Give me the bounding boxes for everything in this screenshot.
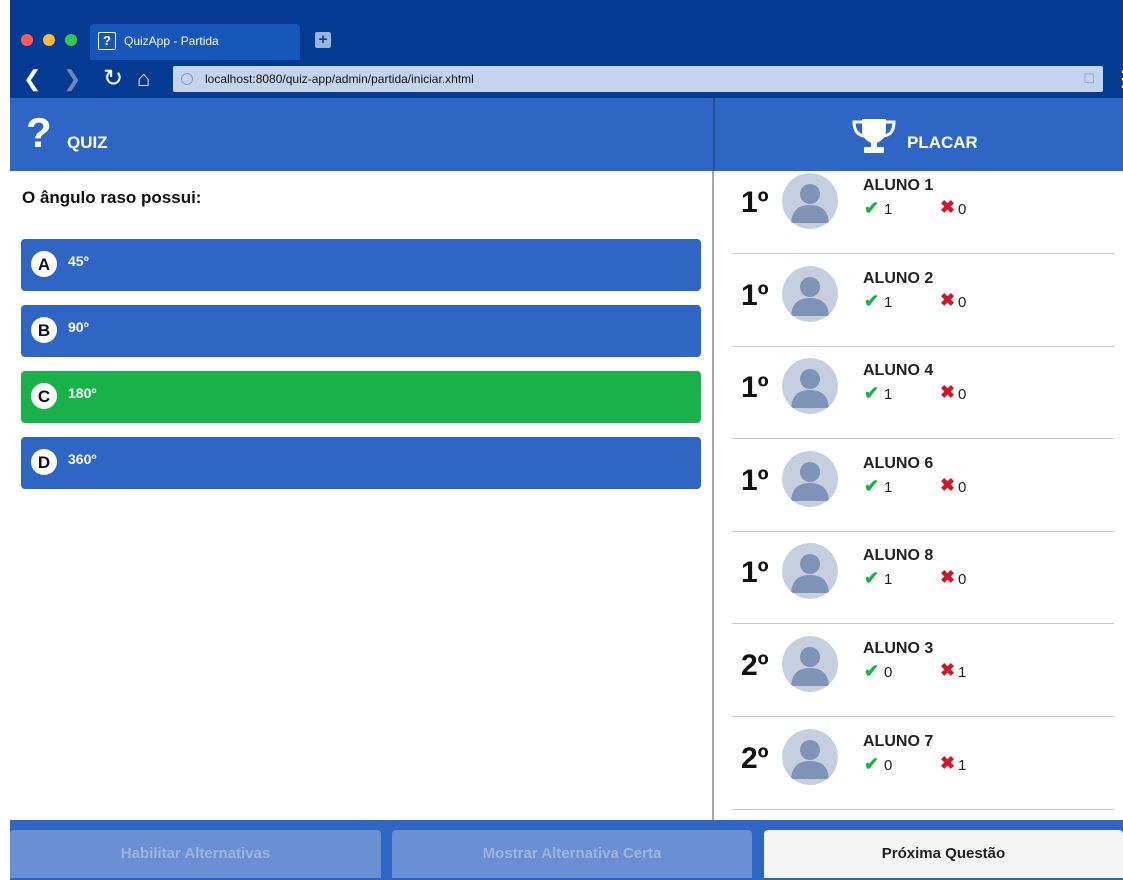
avatar-icon [782,451,838,507]
scoreboard-row: 1º ALUNO 2 ✔ 1 ✖ 0 [732,253,1114,347]
avatar-icon [782,173,838,229]
correct-count: 1 [884,479,893,496]
avatar-icon [782,358,838,414]
wrong-count: 0 [958,201,967,218]
correct-count: 0 [884,757,893,774]
avatar-icon [782,729,838,785]
url-text[interactable]: localhost:8080/quiz-app/admin/partida/in… [205,72,474,86]
show-correct-answer-button[interactable]: Mostrar Alternativa Certa [392,830,752,878]
scoreboard-row: 2º ALUNO 3 ✔ 0 ✖ 1 [732,623,1114,717]
cross-icon: ✖ [940,753,956,773]
option-c-button[interactable]: C 180º [21,371,701,423]
player-rank: 2º [741,649,769,682]
check-icon: ✔ [864,476,880,496]
option-letter: C [31,383,57,409]
check-icon: ✔ [864,383,880,403]
option-text: 45º [68,253,89,269]
option-letter: D [31,449,57,475]
bookmark-icon[interactable]: ☐ [1083,71,1095,87]
correct-count: 1 [884,294,893,311]
correct-count: 1 [884,201,893,218]
cross-icon: ✖ [940,567,956,587]
next-question-button[interactable]: Próxima Questão [764,830,1123,878]
avatar-icon [782,543,838,599]
browser-menu-icon[interactable]: ⋮ [1112,66,1123,92]
new-tab-icon[interactable]: + [315,32,331,48]
quiz-title: QUIZ [67,133,108,152]
player-name: ALUNO 7 [863,733,934,750]
player-name: ALUNO 8 [863,547,934,564]
wrong-count: 0 [958,294,967,311]
scoreboard-row: 2º ALUNO 7 ✔ 0 ✖ 1 [732,716,1114,810]
option-letter: A [31,251,57,277]
question-text: O ângulo raso possui: [22,188,202,207]
wrong-count: 1 [958,664,967,681]
cross-icon: ✖ [940,475,956,495]
player-rank: 1º [741,464,769,497]
placar-title: PLACAR [907,133,978,152]
wrong-count: 0 [958,571,967,588]
cross-icon: ✖ [940,382,956,402]
player-rank: 2º [741,742,769,775]
option-d-button[interactable]: D 360º [21,437,701,489]
browser-tab[interactable]: ? QuizApp - Partida [90,24,300,60]
player-rank: 1º [741,556,769,589]
action-bar: Habilitar Alternativas Mostrar Alternati… [10,820,1123,880]
check-icon: ✔ [864,568,880,588]
quiz-header: ? QUIZ [10,98,713,171]
browser-toolbar: ❮ ❯ ↻ ⌂ localhost:8080/quiz-app/admin/pa… [10,60,1123,98]
enable-options-button[interactable]: Habilitar Alternativas [10,830,381,878]
option-text: 90º [68,319,89,335]
check-icon: ✔ [864,754,880,774]
check-icon: ✔ [864,661,880,681]
wrong-count: 0 [958,479,967,496]
avatar-icon [782,266,838,322]
trophy-icon [852,119,896,153]
tab-title: QuizApp - Partida [124,34,219,48]
player-name: ALUNO 1 [863,177,934,194]
option-text: 180º [68,385,97,401]
reload-icon[interactable]: ↻ [103,64,123,94]
cross-icon: ✖ [940,290,956,310]
avatar-icon [782,636,838,692]
correct-count: 1 [884,571,893,588]
scoreboard-row: 1º ALUNO 6 ✔ 1 ✖ 0 [732,438,1114,532]
player-name: ALUNO 6 [863,455,934,472]
wrong-count: 0 [958,386,967,403]
player-name: ALUNO 2 [863,270,934,287]
minimize-window-button[interactable] [43,34,55,46]
option-b-button[interactable]: B 90º [21,305,701,357]
scoreboard-row: 1º ALUNO 1 ✔ 1 ✖ 0 [732,160,1114,254]
close-window-button[interactable] [21,34,33,46]
globe-icon [181,73,193,85]
panel-divider[interactable] [712,171,714,820]
check-icon: ✔ [864,291,880,311]
option-text: 360º [68,451,97,467]
browser-tabbar: ? QuizApp - Partida + [10,0,1123,60]
option-a-button[interactable]: A 45º [21,239,701,291]
browser-window: ? QuizApp - Partida + ❮ ❯ ↻ ⌂ localhost:… [10,0,1123,880]
forward-arrow-icon[interactable]: ❯ [63,64,81,94]
home-icon[interactable]: ⌂ [137,64,150,94]
maximize-window-button[interactable] [65,34,77,46]
option-letter: B [31,317,57,343]
correct-count: 0 [884,664,893,681]
question-mark-icon: ? [26,109,52,156]
correct-count: 1 [884,386,893,403]
player-name: ALUNO 4 [863,362,934,379]
wrong-count: 1 [958,757,967,774]
player-rank: 1º [741,371,769,404]
cross-icon: ✖ [940,197,956,217]
cross-icon: ✖ [940,660,956,680]
player-name: ALUNO 3 [863,640,934,657]
check-icon: ✔ [864,198,880,218]
address-bar[interactable]: localhost:8080/quiz-app/admin/partida/in… [173,66,1103,92]
player-rank: 1º [741,186,769,219]
scoreboard-row: 1º ALUNO 8 ✔ 1 ✖ 0 [732,530,1114,624]
question-mark-favicon-icon: ? [98,32,116,50]
scoreboard-row: 1º ALUNO 4 ✔ 1 ✖ 0 [732,345,1114,439]
back-arrow-icon[interactable]: ❮ [23,64,41,94]
player-rank: 1º [741,279,769,312]
